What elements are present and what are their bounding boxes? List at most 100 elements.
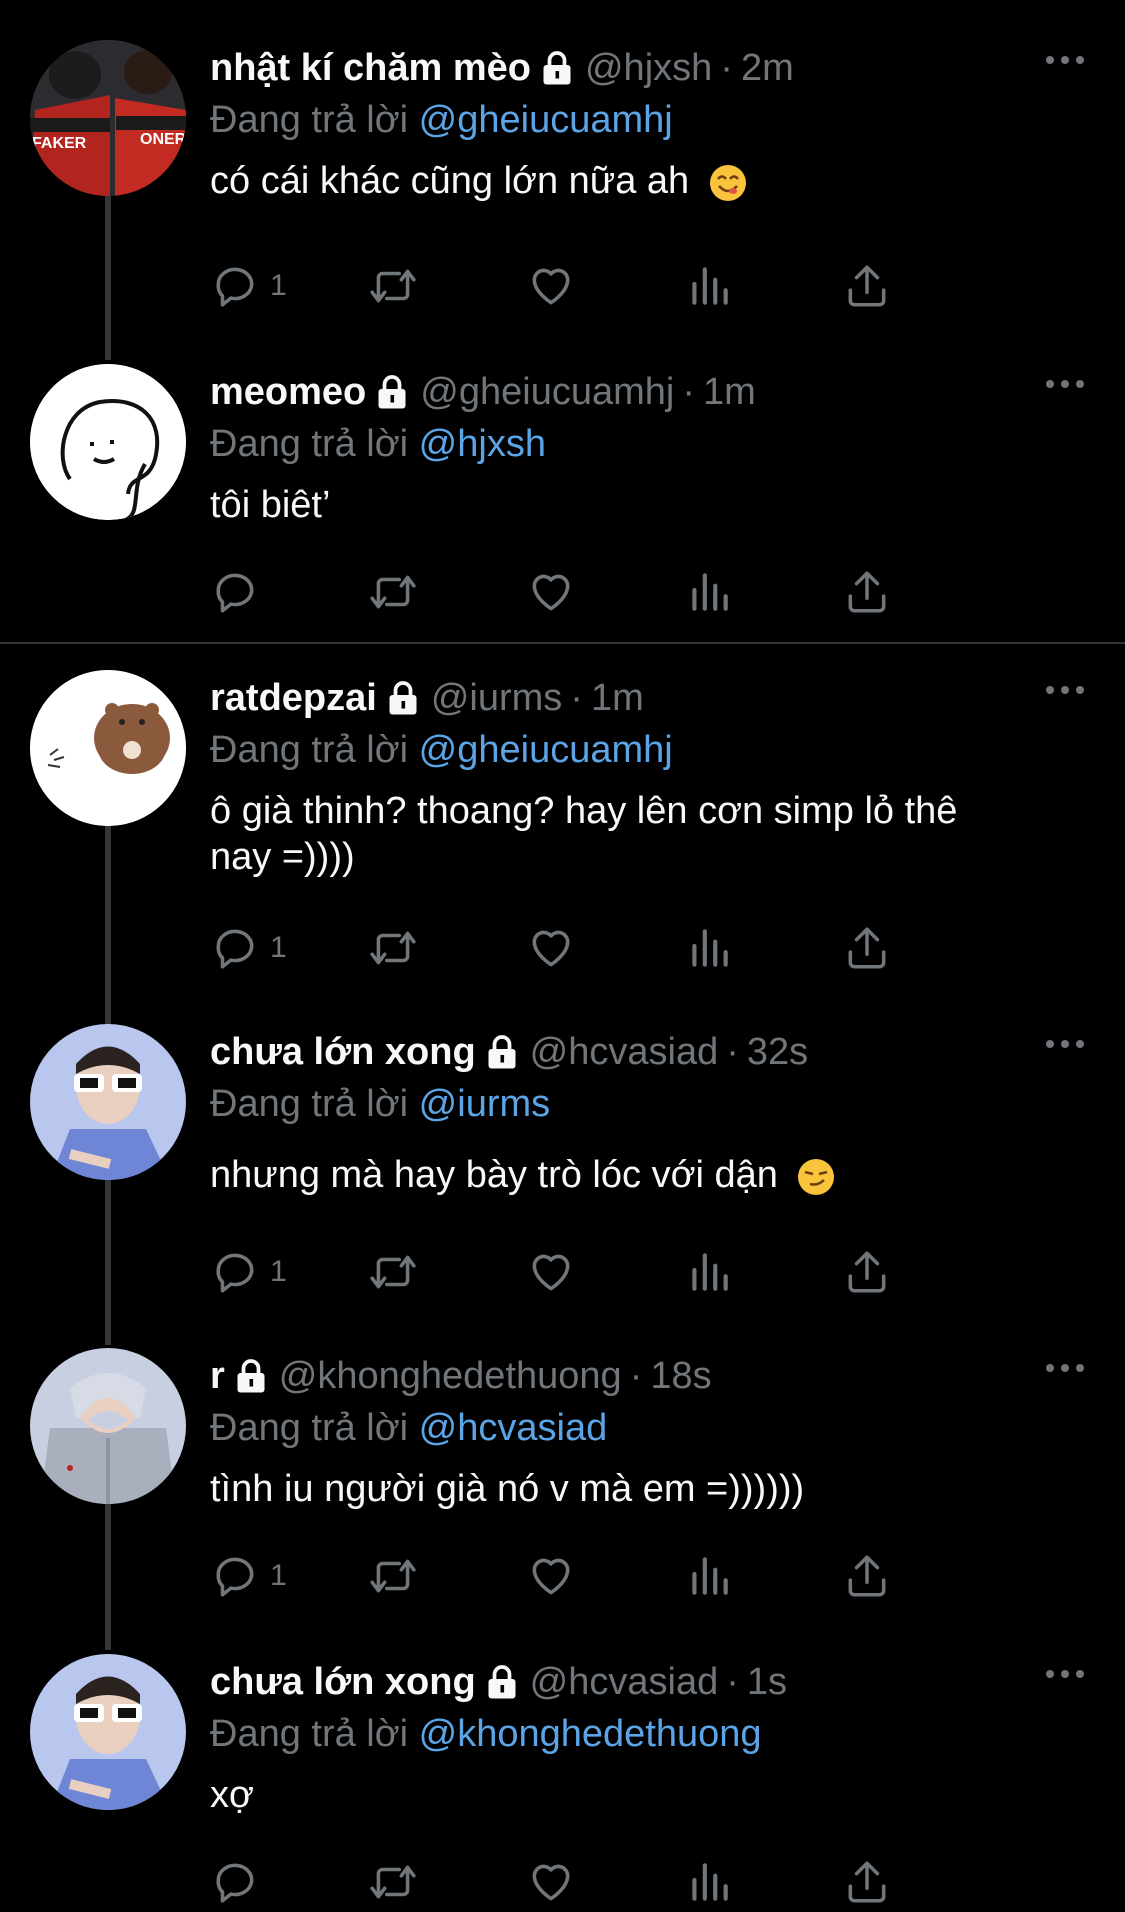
like-button[interactable] [526,562,684,622]
display-name[interactable]: chưa lớn xong [210,1661,476,1704]
reply-button[interactable] [210,562,368,622]
timestamp[interactable]: 1s [747,1661,787,1704]
tweet-1[interactable]: FAKER ONER nhật kí chăm mèo @hjxsh · 2m … [0,40,1125,330]
retweet-button[interactable] [368,1852,526,1912]
more-options-icon[interactable] [1045,1664,1085,1684]
tweet-5[interactable]: r @khonghedethuong · 18s Đang trả lời @h… [0,1348,1125,1608]
avatar-image [30,1348,186,1504]
retweet-button[interactable] [368,562,526,622]
timestamp[interactable]: 1m [703,371,756,414]
more-options-icon[interactable] [1045,1034,1085,1054]
bar-chart-icon [684,923,734,973]
mention-link[interactable]: @khonghedethuong [419,1713,762,1755]
retweet-button[interactable] [368,1242,526,1302]
avatar[interactable] [30,670,186,826]
reply-button[interactable]: 1 [210,918,368,978]
avatar[interactable] [30,1024,186,1180]
handle[interactable]: @gheiucuamhj [420,371,674,414]
like-button[interactable] [526,1546,684,1606]
views-button[interactable] [684,256,842,316]
mention-link[interactable]: @hjxsh [419,423,546,465]
display-name[interactable]: ratdepzai [210,677,377,720]
avatar-image [30,364,186,520]
tweet-4[interactable]: chưa lớn xong @hcvasiad · 32s Đang trả l… [0,1024,1125,1324]
views-button[interactable] [684,562,842,622]
mention-link[interactable]: @gheiucuamhj [419,99,673,141]
display-name[interactable]: r [210,1355,225,1398]
more-options-icon[interactable] [1045,50,1085,70]
timestamp[interactable]: 2m [741,47,794,90]
handle[interactable]: @hcvasiad [530,1031,719,1074]
tweet-text-body: nhưng mà hay bày trò lóc với dận [210,1154,778,1196]
more-options-icon[interactable] [1045,374,1085,394]
replying-to-label: Đang trả lời [210,423,409,465]
retweet-button[interactable] [368,918,526,978]
tweet-text: tình iu người già nó v mà em =)))))) [210,1468,805,1510]
display-name[interactable]: nhật kí chăm mèo [210,47,531,90]
bar-chart-icon [684,1247,734,1297]
display-name[interactable]: meomeo [210,371,366,414]
reply-icon [210,1247,260,1297]
tweet-6[interactable]: chưa lớn xong @hcvasiad · 1s Đang trả lờ… [0,1654,1125,1882]
timestamp[interactable]: 32s [747,1031,808,1074]
timestamp[interactable]: 18s [650,1355,711,1398]
replying-to: Đang trả lời @gheiucuamhj [210,96,1085,144]
handle[interactable]: @khonghedethuong [279,1355,622,1398]
tweet-3[interactable]: ratdepzai @iurms · 1m Đang trả lời @ghei… [0,670,1125,980]
share-button[interactable] [842,1242,1000,1302]
reply-button[interactable]: 1 [210,1546,368,1606]
share-button[interactable] [842,918,1000,978]
like-button[interactable] [526,918,684,978]
share-icon [842,261,892,311]
mention-link[interactable]: @gheiucuamhj [419,729,673,771]
smirk-emoji-icon [798,1158,835,1195]
like-button[interactable] [526,256,684,316]
reply-button[interactable]: 1 [210,256,368,316]
tweet-text: nhưng mà hay bày trò lóc với dận [210,1152,1085,1198]
views-button[interactable] [684,1546,842,1606]
like-button[interactable] [526,1242,684,1302]
avatar[interactable]: FAKER ONER [30,40,186,196]
share-button[interactable] [842,256,1000,316]
reply-button[interactable]: 1 [210,1242,368,1302]
tweet-2[interactable]: meomeo @gheiucuamhj · 1m Đang trả lời @h… [0,364,1125,624]
mention-link[interactable]: @iurms [419,1083,550,1125]
share-button[interactable] [842,562,1000,622]
avatar-image [30,670,186,826]
handle[interactable]: @hcvasiad [530,1661,719,1704]
like-button[interactable] [526,1852,684,1912]
handle[interactable]: @iurms [431,677,562,720]
views-button[interactable] [684,1852,842,1912]
avatar-image [30,1654,186,1810]
avatar-image [30,1024,186,1180]
more-options-icon[interactable] [1045,1358,1085,1378]
timestamp[interactable]: 1m [591,677,644,720]
views-button[interactable] [684,1242,842,1302]
heart-icon [526,923,576,973]
replying-to-label: Đang trả lời [210,729,409,771]
more-options-icon[interactable] [1045,680,1085,700]
share-button[interactable] [842,1852,1000,1912]
display-name[interactable]: chưa lớn xong [210,1031,476,1074]
avatar[interactable] [30,364,186,520]
retweet-button[interactable] [368,1546,526,1606]
replying-to: Đang trả lời @hjxsh [210,420,1085,468]
tweet-header: chưa lớn xong @hcvasiad · 32s [210,1024,1085,1080]
handle[interactable]: @hjxsh [585,47,712,90]
share-icon [842,1857,892,1907]
mention-link[interactable]: @hcvasiad [419,1407,608,1449]
lock-icon [374,374,410,410]
action-bar: 1 [210,1242,1000,1302]
avatar[interactable] [30,1348,186,1504]
lock-icon [484,1034,520,1070]
reply-count: 1 [270,269,287,302]
reply-count: 1 [270,1559,287,1592]
reply-count: 1 [270,1255,287,1288]
share-button[interactable] [842,1546,1000,1606]
reply-button[interactable] [210,1852,368,1912]
avatar[interactable] [30,1654,186,1810]
retweet-button[interactable] [368,256,526,316]
views-button[interactable] [684,918,842,978]
retweet-icon [368,923,418,973]
replying-to-label: Đang trả lời [210,1713,409,1755]
